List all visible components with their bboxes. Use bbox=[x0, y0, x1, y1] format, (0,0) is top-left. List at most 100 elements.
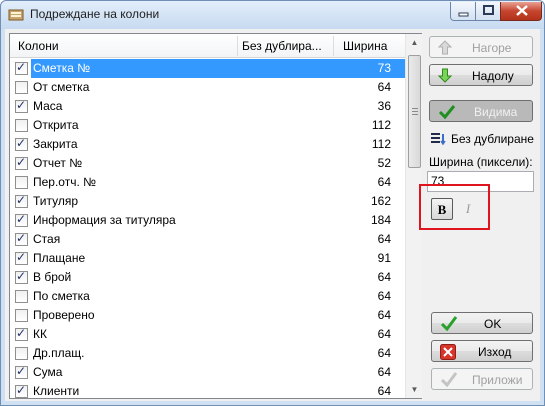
checkmark-icon: ✓ bbox=[16, 269, 27, 283]
visible-toggle-button[interactable]: Видима bbox=[429, 100, 533, 122]
list-item[interactable]: ✓ Плащане 91 bbox=[10, 249, 405, 268]
move-down-label: Надолу bbox=[472, 69, 514, 83]
no-duplicates-label: Без дублиране bbox=[451, 132, 534, 146]
checkmark-icon: ✓ bbox=[16, 193, 27, 207]
close-button[interactable] bbox=[500, 2, 542, 21]
checkmark-icon: ✓ bbox=[16, 98, 27, 112]
column-name: По сметка bbox=[33, 289, 90, 303]
list-item[interactable]: Пер.отч. № 64 bbox=[10, 173, 405, 192]
checkmark-icon: ✓ bbox=[16, 250, 27, 264]
header-separator[interactable] bbox=[333, 36, 334, 56]
column-name: Открита bbox=[33, 118, 79, 132]
header-no-dup[interactable]: Без дублира... bbox=[242, 39, 322, 53]
column-width: 64 bbox=[377, 80, 391, 94]
column-width: 91 bbox=[377, 251, 391, 265]
visibility-checkbox[interactable]: ✓ bbox=[15, 155, 28, 170]
column-width: 64 bbox=[377, 175, 391, 189]
list-item[interactable]: По сметка 64 bbox=[10, 287, 405, 306]
scroll-down-icon[interactable]: ▼ bbox=[406, 381, 423, 398]
column-width: 36 bbox=[377, 99, 391, 113]
visibility-checkbox[interactable]: ✓ bbox=[15, 383, 28, 398]
move-up-button[interactable]: Нагоре bbox=[429, 36, 533, 58]
ok-button[interactable]: OK bbox=[431, 312, 533, 334]
column-name: В брой bbox=[33, 270, 72, 284]
visibility-checkbox[interactable]: ✓ bbox=[15, 98, 28, 113]
close-icon bbox=[440, 344, 456, 360]
checkmark-icon: ✓ bbox=[16, 364, 27, 378]
arrow-down-icon bbox=[438, 68, 452, 83]
move-down-button[interactable]: Надолу bbox=[429, 64, 533, 86]
visibility-checkbox[interactable]: ✓ bbox=[15, 250, 28, 265]
column-name: Сума bbox=[33, 365, 63, 379]
visibility-checkbox[interactable]: ✓ bbox=[15, 212, 28, 227]
visible-label: Видима bbox=[474, 105, 518, 119]
maximize-button[interactable] bbox=[475, 2, 501, 21]
visibility-checkbox[interactable]: ✓ bbox=[15, 193, 28, 208]
list-item[interactable]: ✓ Закрита 112 bbox=[10, 135, 405, 154]
list-item[interactable]: От сметка 64 bbox=[10, 78, 405, 97]
list-item[interactable]: ✓ Сметка № 73 bbox=[10, 59, 405, 78]
checkmark-icon: ✓ bbox=[16, 212, 27, 226]
column-name: Стая bbox=[33, 232, 61, 246]
visibility-checkbox[interactable]: ✓ bbox=[15, 231, 28, 246]
scroll-thumb[interactable] bbox=[408, 55, 421, 168]
column-name: КК bbox=[33, 327, 47, 341]
column-name: Др.плащ. bbox=[33, 346, 85, 360]
checkmark-icon bbox=[440, 316, 458, 332]
italic-button[interactable]: I bbox=[457, 198, 479, 220]
list-item[interactable]: ✓ КК 64 bbox=[10, 325, 405, 344]
list-item[interactable]: Проверено 64 bbox=[10, 306, 405, 325]
no-duplicates-option[interactable]: Без дублиране bbox=[431, 130, 541, 148]
visibility-checkbox[interactable] bbox=[15, 176, 28, 189]
list-item[interactable]: ✓ Маса 36 bbox=[10, 97, 405, 116]
window-title: Подреждане на колони bbox=[30, 7, 160, 21]
visibility-checkbox[interactable]: ✓ bbox=[15, 269, 28, 284]
checkmark-icon: ✓ bbox=[16, 155, 27, 169]
column-name: Плащане bbox=[33, 251, 86, 265]
apply-label: Приложи bbox=[472, 373, 523, 387]
exit-label: Изход bbox=[478, 345, 512, 359]
list-item[interactable]: Открита 112 bbox=[10, 116, 405, 135]
visibility-checkbox[interactable]: ✓ bbox=[15, 364, 28, 379]
list-rows: ✓ Сметка № 73 От сметка 64 ✓ Маса 36 Открита 112 ✓… bbox=[10, 59, 405, 401]
list-item[interactable]: ✓ Сума 64 bbox=[10, 363, 405, 382]
column-name: От сметка bbox=[33, 80, 90, 94]
checkmark-icon: ✓ bbox=[16, 136, 27, 150]
column-width: 64 bbox=[377, 270, 391, 284]
checkmark-icon: ✓ bbox=[16, 326, 27, 340]
list-item[interactable]: ✓ Титуляр 162 bbox=[10, 192, 405, 211]
title-bar[interactable]: Подреждане на колони bbox=[1, 1, 544, 29]
arrow-up-icon bbox=[438, 40, 452, 55]
header-separator[interactable] bbox=[237, 36, 238, 56]
list-item[interactable]: ✓ Информация за титуляра 184 bbox=[10, 211, 405, 230]
header-name[interactable]: Колони bbox=[18, 39, 59, 53]
list-item[interactable]: ✓ Стая 64 bbox=[10, 230, 405, 249]
visibility-checkbox[interactable] bbox=[15, 81, 28, 94]
scroll-up-icon[interactable]: ▲ bbox=[406, 34, 423, 51]
visibility-checkbox[interactable] bbox=[15, 309, 28, 322]
maximize-icon bbox=[483, 5, 494, 15]
visibility-checkbox[interactable] bbox=[15, 347, 28, 360]
column-width: 112 bbox=[371, 118, 391, 132]
checkmark-icon bbox=[440, 372, 458, 388]
minimize-button[interactable] bbox=[450, 2, 476, 21]
list-item[interactable]: ✓ Клиенти 64 bbox=[10, 382, 405, 401]
visibility-checkbox[interactable]: ✓ bbox=[15, 60, 28, 75]
visibility-checkbox[interactable]: ✓ bbox=[15, 326, 28, 341]
visibility-checkbox[interactable]: ✓ bbox=[15, 136, 28, 151]
exit-button[interactable]: Изход bbox=[431, 340, 533, 362]
bold-button[interactable]: B bbox=[431, 198, 453, 220]
visibility-checkbox[interactable] bbox=[15, 290, 28, 303]
header-width[interactable]: Ширина bbox=[343, 39, 387, 53]
column-width: 64 bbox=[377, 327, 391, 341]
list-item[interactable]: ✓ Отчет № 52 bbox=[10, 154, 405, 173]
visibility-checkbox[interactable] bbox=[15, 119, 28, 132]
list-item[interactable]: ✓ В брой 64 bbox=[10, 268, 405, 287]
apply-button[interactable]: Приложи bbox=[431, 368, 533, 390]
width-label: Ширина (пиксели): bbox=[429, 155, 533, 169]
column-name: Маса bbox=[33, 99, 63, 113]
column-name: Сметка № bbox=[33, 61, 91, 75]
columns-list[interactable]: Колони Без дублира... Ширина ✓ Сметка № 73… bbox=[9, 33, 422, 399]
grip-line bbox=[412, 114, 418, 115]
list-item[interactable]: Др.плащ. 64 bbox=[10, 344, 405, 363]
